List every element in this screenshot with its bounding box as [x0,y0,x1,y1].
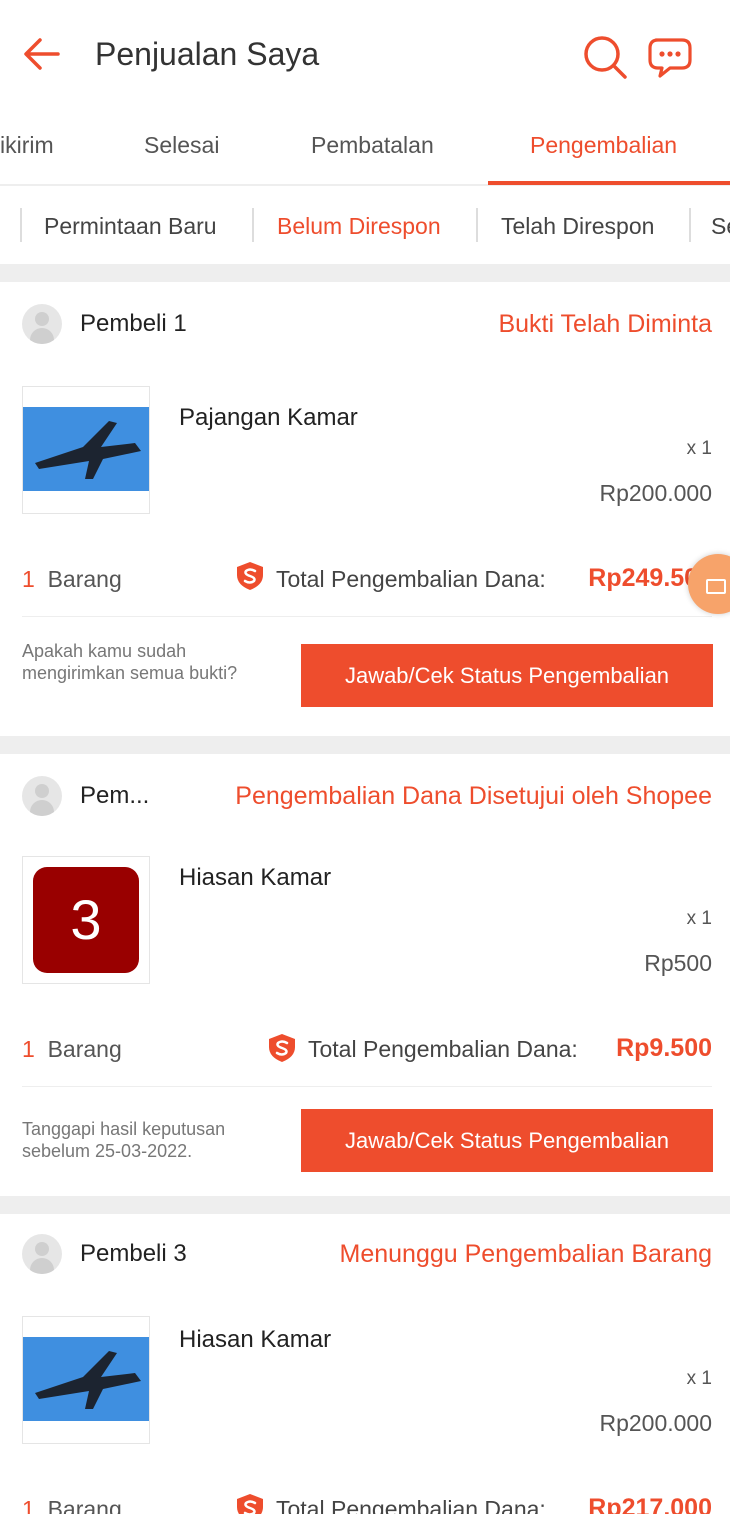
arrow-left-icon[interactable] [22,36,62,72]
product-name: Hiasan Kamar [179,1326,332,1353]
subtab-belum-direspon[interactable]: Belum Direspon [277,213,441,240]
buyer-name: Pembeli 3 [80,1240,187,1267]
product-thumbnail [22,386,150,514]
buyer-name: Pembeli 1 [80,310,187,337]
active-tab-indicator [488,181,730,185]
item-count-label: Barang [47,1036,122,1062]
shield-icon [237,1494,263,1514]
item-count-label: Barang [47,1496,122,1514]
return-order-card[interactable]: Pembeli 3 Menunggu Pengembalian Barang H… [0,1214,730,1514]
avatar [22,304,62,344]
product-price: Rp200.000 [599,1410,712,1436]
subtab-divider [252,208,254,242]
buyer-name: Pem... [80,782,150,809]
product-price: Rp200.000 [599,480,712,506]
item-count-number: 1 [22,1496,35,1514]
item-count: 1 Barang [22,566,122,593]
item-count: 1 Barang [22,1036,122,1063]
airplane-icon [35,421,141,479]
airplane-photo [23,407,149,491]
return-order-card[interactable]: Pem... Pengembalian Dana Disetujui oleh … [0,754,730,1196]
refund-total-value: Rp217.000 [588,1494,712,1514]
tab-selesai[interactable]: Selesai [144,132,219,159]
return-status: Pengembalian Dana Disetujui oleh Shopee [235,782,712,810]
product-quantity: x 1 [686,438,712,459]
return-subtabs: Permintaan Baru Belum Direspon Telah Dir… [0,188,730,264]
divider [22,616,712,617]
subtab-permintaan-baru[interactable]: Permintaan Baru [44,213,217,240]
search-icon[interactable] [582,34,628,80]
product-thumbnail: 3 [22,856,150,984]
page-title: Penjualan Saya [95,36,320,72]
section-gap [0,1196,730,1214]
app-header: Penjualan Saya [0,0,730,112]
subtab-telah-direspon[interactable]: Telah Direspon [501,213,654,240]
tab-pengembalian[interactable]: Pengembalian [530,132,677,159]
shield-icon [237,562,263,590]
product-number-badge: 3 [33,867,139,973]
section-gap [0,264,730,282]
shield-icon [269,1034,295,1062]
chat-icon[interactable] [646,34,694,80]
avatar [22,776,62,816]
item-count-label: Barang [47,566,122,592]
product-price: Rp500 [644,950,712,976]
order-status-tabs: ikirim Selesai Pembatalan Pengembalian [0,112,730,186]
tab-dikirim[interactable]: ikirim [0,132,54,159]
check-return-status-button[interactable]: Jawab/Cek Status Pengembalian [301,1109,713,1172]
product-name: Pajangan Kamar [179,404,358,431]
check-return-status-button[interactable]: Jawab/Cek Status Pengembalian [301,644,713,707]
item-count-number: 1 [22,566,35,592]
product-quantity: x 1 [686,908,712,929]
section-gap [0,736,730,754]
airplane-icon [35,1351,141,1409]
return-status: Bukti Telah Diminta [498,310,712,338]
airplane-photo [23,1337,149,1421]
avatar [22,1234,62,1274]
subtab-divider [476,208,478,242]
item-count: 1 Barang [22,1496,122,1514]
evidence-note: Apakah kamu sudah mengirimkan semua bukt… [22,641,238,683]
subtab-divider [20,208,22,242]
decision-note: Tanggapi hasil keputusan sebelum 25-03-2… [22,1119,226,1161]
refund-total-value: Rp9.500 [616,1034,712,1062]
subtab-more[interactable]: Se [711,213,730,240]
refund-total-label: Total Pengembalian Dana: [276,1496,546,1514]
divider [22,1086,712,1087]
refund-total-label: Total Pengembalian Dana: [276,566,546,592]
subtab-divider [689,208,691,242]
return-status: Menunggu Pengembalian Barang [339,1240,713,1268]
product-name: Hiasan Kamar [179,864,332,891]
refund-total-label: Total Pengembalian Dana: [308,1036,578,1062]
return-order-card[interactable]: Pembeli 1 Bukti Telah Diminta Pajangan K… [0,282,730,736]
item-count-number: 1 [22,1036,35,1062]
product-quantity: x 1 [686,1368,712,1389]
product-thumbnail [22,1316,150,1444]
tab-pembatalan[interactable]: Pembatalan [311,132,434,159]
